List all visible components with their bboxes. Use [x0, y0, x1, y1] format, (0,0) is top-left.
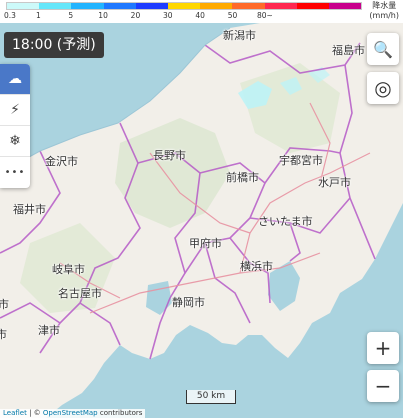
city-label-yokohama: 横浜市: [240, 260, 273, 273]
snow-icon: ❄: [9, 133, 21, 149]
legend-color-swatch: [39, 3, 72, 9]
legend-tick-label: 5: [68, 11, 74, 20]
search-button[interactable]: 🔍: [367, 33, 399, 65]
leaflet-link[interactable]: Leaflet: [3, 409, 27, 417]
legend-color-bar: [6, 2, 362, 10]
layer-tool-panel: ☁ ⚡ ❄ •••: [0, 64, 30, 188]
search-icon: 🔍: [373, 39, 393, 59]
attribution-separator: | ©: [26, 409, 43, 417]
legend-tick-label: 0.3: [4, 11, 16, 20]
precipitation-legend: 0.3 1 5 10 20 30 40 50 80~ 降水量 (mm/h): [0, 0, 403, 23]
legend-color-swatch: [328, 3, 362, 9]
legend-tick-label: 40: [195, 11, 205, 20]
legend-color-swatch: [71, 3, 104, 9]
city-label-tsu: 津市: [38, 324, 60, 337]
city-label-kofu: 甲府市: [189, 237, 222, 250]
map-area[interactable]: 新潟市 福島市 金沢市 長野市 宇都宮市 前橋市 水戸市 福井市 さいたま市 甲…: [0, 23, 403, 418]
legend-color-swatch: [264, 3, 297, 9]
legend-unit-value: (mm/h): [369, 11, 399, 20]
city-label-partial-1: 市: [0, 298, 9, 311]
map-attribution: Leaflet | © OpenStreetMap contributors: [0, 409, 146, 418]
legend-color-swatch: [232, 3, 265, 9]
rain-cloud-icon: ☁: [8, 71, 22, 87]
legend-color-swatch: [103, 3, 136, 9]
minus-icon: −: [374, 374, 392, 398]
legend-color-swatch: [135, 3, 168, 9]
city-label-maebashi: 前橋市: [226, 171, 259, 184]
rain-layer-button[interactable]: ☁: [0, 64, 30, 95]
map-background: [0, 23, 403, 418]
lightning-icon: ⚡: [10, 102, 20, 118]
city-label-kanazawa: 金沢市: [45, 155, 78, 168]
legend-unit-label: 降水量: [372, 1, 397, 10]
legend-color-swatch: [296, 3, 329, 9]
legend-tick-label: 50: [227, 11, 238, 20]
city-label-saitama: さいたま市: [258, 215, 313, 228]
legend-color-swatch: [7, 3, 40, 9]
current-location-button[interactable]: ◎: [367, 72, 399, 104]
legend-unit: 降水量 (mm/h): [369, 1, 399, 21]
snow-layer-button[interactable]: ❄: [0, 126, 30, 157]
plus-icon: +: [374, 336, 392, 360]
city-label-shizuoka: 静岡市: [172, 296, 205, 309]
legend-color-swatch: [167, 3, 201, 9]
city-label-mito: 水戸市: [318, 176, 351, 189]
city-label-niigata: 新潟市: [223, 29, 256, 42]
city-label-partial-2: 市: [0, 328, 7, 341]
legend-tick-label: 30: [163, 11, 173, 20]
city-label-gifu: 岐阜市: [52, 263, 85, 276]
locate-icon: ◎: [374, 76, 392, 100]
city-label-utsunomiya: 宇都宮市: [279, 154, 323, 167]
osm-link[interactable]: OpenStreetMap: [43, 409, 98, 417]
zoom-out-button[interactable]: −: [367, 370, 399, 402]
city-label-fukui: 福井市: [13, 203, 46, 216]
city-label-nagano: 長野市: [153, 149, 186, 162]
more-button[interactable]: •••: [0, 157, 30, 188]
map-scale: 50 km: [186, 390, 236, 404]
legend-tick-label: 10: [98, 11, 108, 20]
legend-tick-label: 20: [130, 11, 141, 20]
more-icon: •••: [4, 167, 26, 178]
legend-tick-label: 80~: [256, 11, 273, 20]
legend-color-swatch: [200, 3, 233, 9]
attribution-contributors: contributors: [97, 409, 143, 417]
city-label-fukushima: 福島市: [332, 44, 365, 57]
forecast-time-label: 18:00 (予測): [4, 32, 104, 58]
legend-tick-label: 1: [35, 11, 41, 20]
lightning-layer-button[interactable]: ⚡: [0, 95, 30, 126]
city-label-nagoya: 名古屋市: [58, 287, 102, 300]
zoom-in-button[interactable]: +: [367, 332, 399, 364]
